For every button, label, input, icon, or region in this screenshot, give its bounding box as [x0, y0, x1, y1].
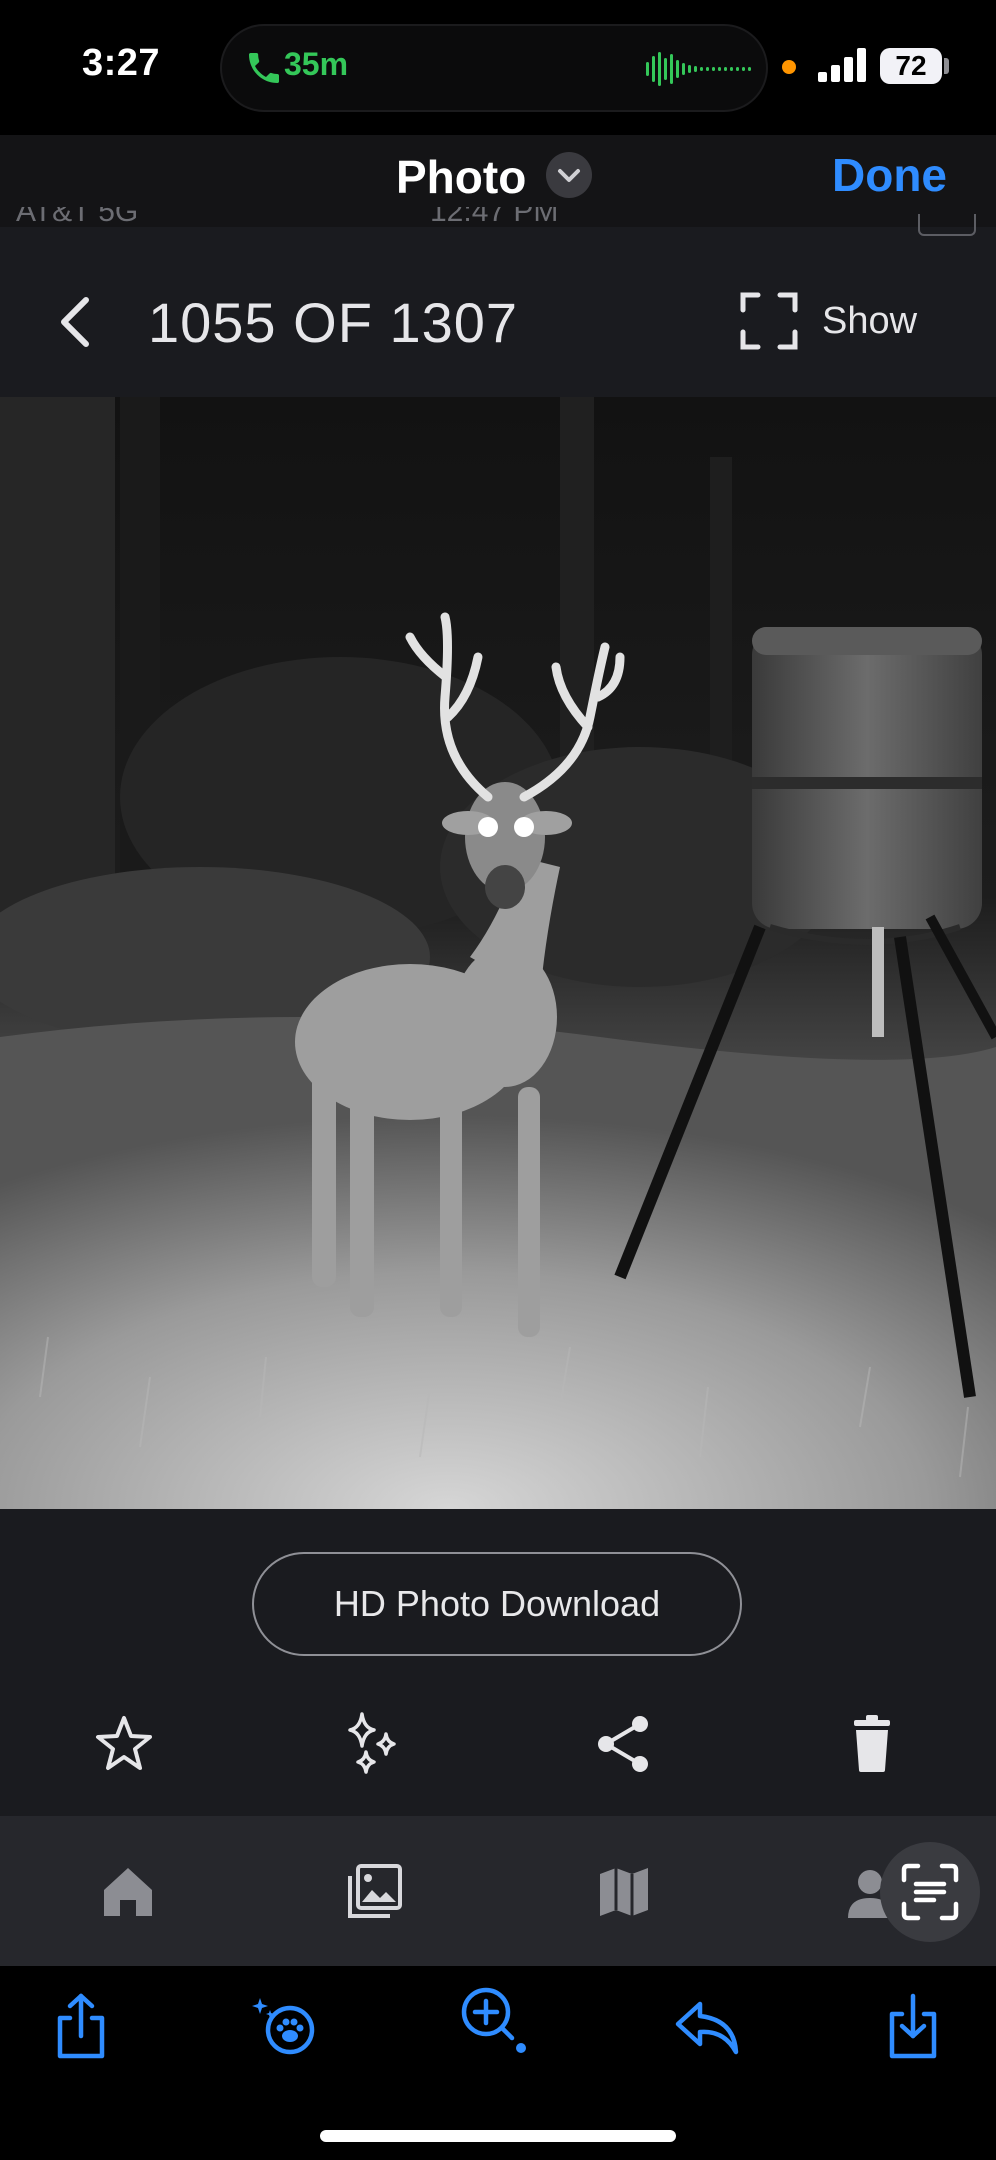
photo-counter: 1055 OF 1307 [148, 291, 519, 354]
live-text-button[interactable] [880, 1842, 980, 1942]
trash-icon[interactable] [840, 1712, 904, 1776]
previous-status-time: 12:47 PM [430, 207, 559, 228]
cellular-signal-icon [818, 48, 866, 82]
fullscreen-icon[interactable] [740, 292, 798, 350]
download-icon[interactable] [878, 1992, 948, 2062]
audio-waveform-icon [646, 52, 751, 86]
dynamic-island-call[interactable]: 35m [220, 24, 768, 112]
chevron-down-icon [558, 169, 580, 182]
battery-indicator: 72 [880, 48, 942, 84]
done-button[interactable]: Done [832, 148, 947, 202]
home-indicator[interactable] [320, 2130, 676, 2142]
previous-battery-icon [918, 214, 976, 236]
hd-photo-download-button[interactable]: HD Photo Download [252, 1552, 742, 1656]
phone-icon [249, 53, 279, 83]
visual-lookup-icon[interactable] [250, 1992, 320, 2062]
trail-camera-photo[interactable] [0, 397, 996, 1509]
sparkles-icon[interactable] [340, 1710, 404, 1774]
title-menu-button[interactable] [546, 152, 592, 198]
map-icon[interactable] [594, 1862, 654, 1922]
live-text-icon [901, 1863, 959, 1921]
call-duration: 35m [284, 46, 349, 82]
zoom-in-icon[interactable] [458, 1984, 528, 2054]
gallery-icon[interactable] [344, 1862, 404, 1922]
share-icon[interactable] [592, 1712, 656, 1776]
show-toggle[interactable]: Show [822, 300, 917, 343]
share-icon[interactable] [46, 1992, 116, 2062]
back-chevron-icon[interactable] [56, 296, 96, 348]
status-time: 3:27 [82, 42, 161, 84]
battery-nub [944, 58, 949, 74]
previous-status-carrier: AT&T 5G [16, 207, 139, 228]
mic-indicator-dot [782, 60, 796, 74]
reply-icon[interactable] [672, 1992, 742, 2062]
star-icon[interactable] [92, 1712, 156, 1776]
home-icon[interactable] [98, 1862, 158, 1922]
sheet-title[interactable]: Photo [396, 150, 526, 204]
